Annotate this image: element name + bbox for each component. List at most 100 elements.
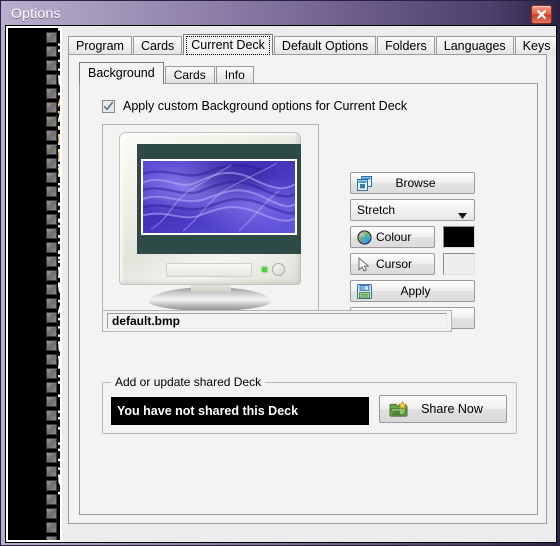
monitor-vent xyxy=(166,263,252,277)
cursor-swatch[interactable] xyxy=(443,253,475,275)
sprocket-hole xyxy=(45,74,57,85)
sprocket-hole xyxy=(45,60,57,71)
satin-wallpaper-image xyxy=(143,161,295,233)
tab-program[interactable]: Program xyxy=(68,36,132,55)
browse-button[interactable]: Browse xyxy=(350,172,475,194)
sprocket-hole xyxy=(45,396,57,407)
sprocket-hole xyxy=(45,102,57,113)
stretch-mode-value: Stretch xyxy=(357,203,396,217)
floppy-disk-icon xyxy=(353,283,375,299)
monitor-preview-frame xyxy=(102,124,319,320)
title-bar: Options xyxy=(3,2,559,24)
subtab-label: Info xyxy=(224,68,245,82)
sprocket-hole xyxy=(45,214,57,225)
sprocket-hole xyxy=(45,536,57,540)
subtab-info[interactable]: Info xyxy=(215,66,254,84)
cursor-row: Cursor xyxy=(350,253,475,275)
wallpaper-preview xyxy=(143,161,295,233)
sprocket-hole xyxy=(45,46,57,57)
tab-keys[interactable]: Keys xyxy=(514,36,556,55)
share-now-button[interactable]: Share Now xyxy=(379,395,507,423)
mouse-pointer-icon xyxy=(353,257,375,272)
cursor-label: Cursor xyxy=(376,257,413,271)
sprocket-hole xyxy=(45,466,57,477)
deck-banner: Tarot of Dreams Tarot of Dreams Tarot of… xyxy=(6,26,62,542)
tab-label: Languages xyxy=(443,39,506,53)
current-deck-panel: Background Cards Info Apply custom Backg… xyxy=(68,54,547,524)
sprocket-hole xyxy=(45,200,57,211)
options-window: Options Tarot of Dreams Tarot of Dreams … xyxy=(0,0,560,546)
sprocket-hole xyxy=(45,130,57,141)
sprocket-hole xyxy=(45,452,57,463)
tab-current-deck[interactable]: Current Deck xyxy=(183,34,273,55)
sprocket-hole xyxy=(45,242,57,253)
client-area: Tarot of Dreams Tarot of Dreams Tarot of… xyxy=(5,25,557,543)
background-panel: Apply custom Background options for Curr… xyxy=(79,83,538,515)
sprocket-hole xyxy=(45,228,57,239)
colour-row: Colour xyxy=(350,226,475,248)
apply-custom-background-label: Apply custom Background options for Curr… xyxy=(123,99,408,113)
tab-label: Keys xyxy=(522,39,551,53)
sprocket-hole xyxy=(45,354,57,365)
tab-label: Default Options xyxy=(281,39,369,53)
colour-button[interactable]: Colour xyxy=(350,226,435,248)
close-icon xyxy=(537,10,546,19)
sprocket-hole xyxy=(45,32,57,43)
share-folder-star-icon xyxy=(384,400,412,418)
cursor-button[interactable]: Cursor xyxy=(350,253,435,275)
share-deck-group: Add or update shared Deck You have not s… xyxy=(102,375,517,434)
sprocket-hole xyxy=(45,284,57,295)
monitor-case xyxy=(119,132,301,285)
sprocket-hole xyxy=(45,522,57,533)
apply-button[interactable]: Apply xyxy=(350,280,475,302)
sprocket-hole xyxy=(45,256,57,267)
subtab-background[interactable]: Background xyxy=(79,62,164,84)
apply-label: Apply xyxy=(400,284,431,298)
share-deck-legend: Add or update shared Deck xyxy=(111,375,266,389)
subtab-label: Background xyxy=(88,66,155,80)
sprocket-hole xyxy=(45,186,57,197)
window-frame: Options Tarot of Dreams Tarot of Dreams … xyxy=(0,0,560,546)
sprocket-hole xyxy=(45,438,57,449)
sprocket-hole xyxy=(45,410,57,421)
tab-cards[interactable]: Cards xyxy=(132,36,183,55)
crt-monitor-illustration xyxy=(111,132,311,314)
tab-languages[interactable]: Languages xyxy=(435,36,514,55)
subtab-cards[interactable]: Cards xyxy=(164,66,215,84)
sprocket-hole xyxy=(45,480,57,491)
sprocket-hole xyxy=(45,158,57,169)
sprocket-hole xyxy=(45,270,57,281)
sprocket-hole xyxy=(45,312,57,323)
chevron-down-icon xyxy=(458,208,467,222)
power-led-icon xyxy=(262,267,267,272)
tab-folders[interactable]: Folders xyxy=(377,36,435,55)
filmstrip xyxy=(44,28,58,540)
sprocket-hole xyxy=(45,172,57,183)
sprocket-hole xyxy=(45,298,57,309)
subtab-label: Cards xyxy=(173,68,206,82)
share-now-label: Share Now xyxy=(421,402,483,416)
banner-inner: Tarot of Dreams Tarot of Dreams Tarot of… xyxy=(8,28,60,540)
sprocket-hole xyxy=(45,424,57,435)
colour-swatch[interactable] xyxy=(443,226,475,248)
stretch-mode-select[interactable]: Stretch xyxy=(350,199,475,221)
background-filename[interactable]: default.bmp xyxy=(107,313,447,329)
apply-custom-background-checkbox[interactable] xyxy=(102,99,115,113)
options-tab-strip: Program Cards Current Deck Default Optio… xyxy=(68,34,556,55)
windows-stack-icon xyxy=(353,175,375,191)
tab-label: Folders xyxy=(385,39,427,53)
checkmark-icon xyxy=(103,101,114,110)
share-status-display: You have not shared this Deck xyxy=(111,397,369,425)
colour-label: Colour xyxy=(376,230,412,244)
sprocket-hole xyxy=(45,326,57,337)
tab-label: Current Deck xyxy=(191,38,265,52)
tab-default-options[interactable]: Default Options xyxy=(273,36,377,55)
apply-custom-background-row[interactable]: Apply custom Background options for Curr… xyxy=(102,99,407,113)
browse-label: Browse xyxy=(395,176,436,190)
monitor-bezel xyxy=(137,144,301,254)
sprocket-hole xyxy=(45,340,57,351)
close-button[interactable] xyxy=(531,5,552,24)
sprocket-hole xyxy=(45,144,57,155)
color-wheel-icon xyxy=(353,229,375,245)
preview-group: Browse Stretch Colour Cursor Apply defau… xyxy=(102,124,475,332)
